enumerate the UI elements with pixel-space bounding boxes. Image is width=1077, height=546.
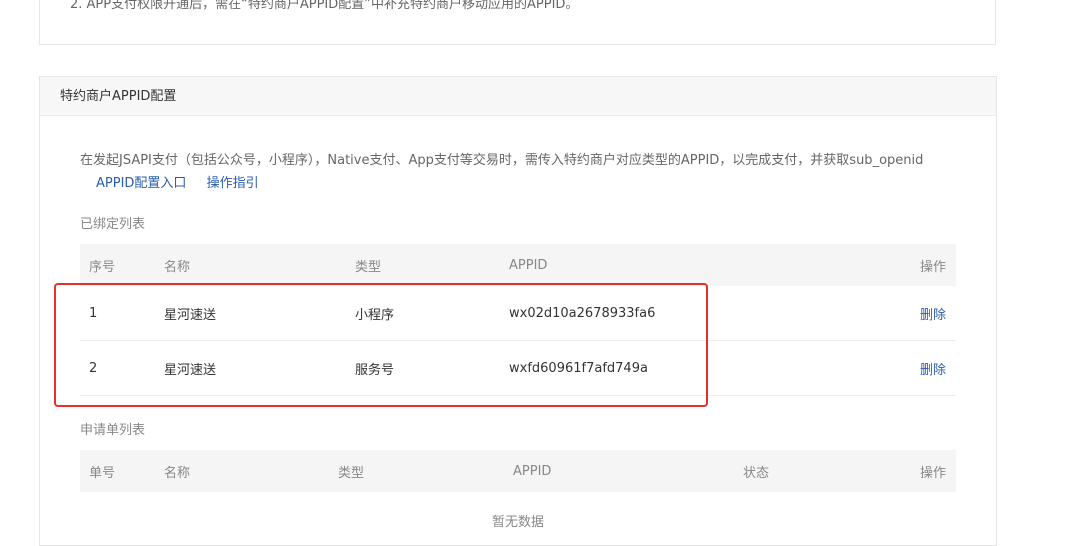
col-header-name: 名称 bbox=[164, 244, 355, 286]
appid-config-panel: 特约商户APPID配置 在发起JSAPI支付（包括公众号，小程序），Native… bbox=[39, 76, 997, 546]
table-row: 2 星河速送 服务号 wxfd60961f7afd749a 删除 bbox=[80, 340, 956, 396]
col-header-name: 名称 bbox=[164, 450, 338, 492]
panel-title: 特约商户APPID配置 bbox=[40, 77, 996, 116]
cell-name: 星河速送 bbox=[164, 340, 355, 396]
apply-list-table: 单号 名称 类型 APPID 状态 操作 bbox=[80, 450, 956, 492]
cell-no: 2 bbox=[80, 340, 164, 396]
col-header-appid: APPID bbox=[509, 244, 809, 286]
bound-list-title: 已绑定列表 bbox=[80, 217, 146, 232]
guide-link[interactable]: 操作指引 bbox=[207, 176, 259, 191]
col-header-order-no: 单号 bbox=[80, 450, 164, 492]
appid-config-link[interactable]: APPID配置入口 bbox=[96, 176, 186, 191]
cell-no: 1 bbox=[80, 286, 164, 341]
col-header-appid: APPID bbox=[513, 450, 743, 492]
bound-list-table: 序号 名称 类型 APPID 操作 1 星河速送 小程序 wx02d10a267… bbox=[80, 244, 956, 396]
config-description: 在发起JSAPI支付（包括公众号，小程序），Native支付、App支付等交易时… bbox=[80, 149, 940, 195]
table-header-row: 单号 名称 类型 APPID 状态 操作 bbox=[80, 450, 956, 492]
delete-button[interactable]: 删除 bbox=[920, 308, 946, 323]
cell-appid: wx02d10a2678933fa6 bbox=[509, 286, 809, 341]
empty-state-text: 暂无数据 bbox=[491, 515, 544, 530]
col-header-type: 类型 bbox=[338, 450, 513, 492]
delete-button[interactable]: 删除 bbox=[920, 363, 946, 378]
table-header-row: 序号 名称 类型 APPID 操作 bbox=[80, 244, 956, 286]
cell-name: 星河速送 bbox=[164, 286, 355, 341]
description-text: 在发起JSAPI支付（包括公众号，小程序），Native支付、App支付等交易时… bbox=[80, 153, 924, 168]
cell-appid: wxfd60961f7afd749a bbox=[509, 340, 809, 396]
col-header-status: 状态 bbox=[743, 450, 883, 492]
app-pay-note: 2. APP支付权限开通后，需在“特约商户APPID配置”中补充特约商户移动应用… bbox=[70, 0, 579, 12]
cell-type: 服务号 bbox=[355, 340, 509, 396]
col-header-no: 序号 bbox=[80, 244, 164, 286]
apply-list-title: 申请单列表 bbox=[80, 423, 146, 438]
col-header-action: 操作 bbox=[809, 244, 956, 286]
cell-type: 小程序 bbox=[355, 286, 509, 341]
col-header-type: 类型 bbox=[355, 244, 509, 286]
table-row: 1 星河速送 小程序 wx02d10a2678933fa6 删除 bbox=[80, 286, 956, 341]
col-header-action: 操作 bbox=[883, 450, 956, 492]
